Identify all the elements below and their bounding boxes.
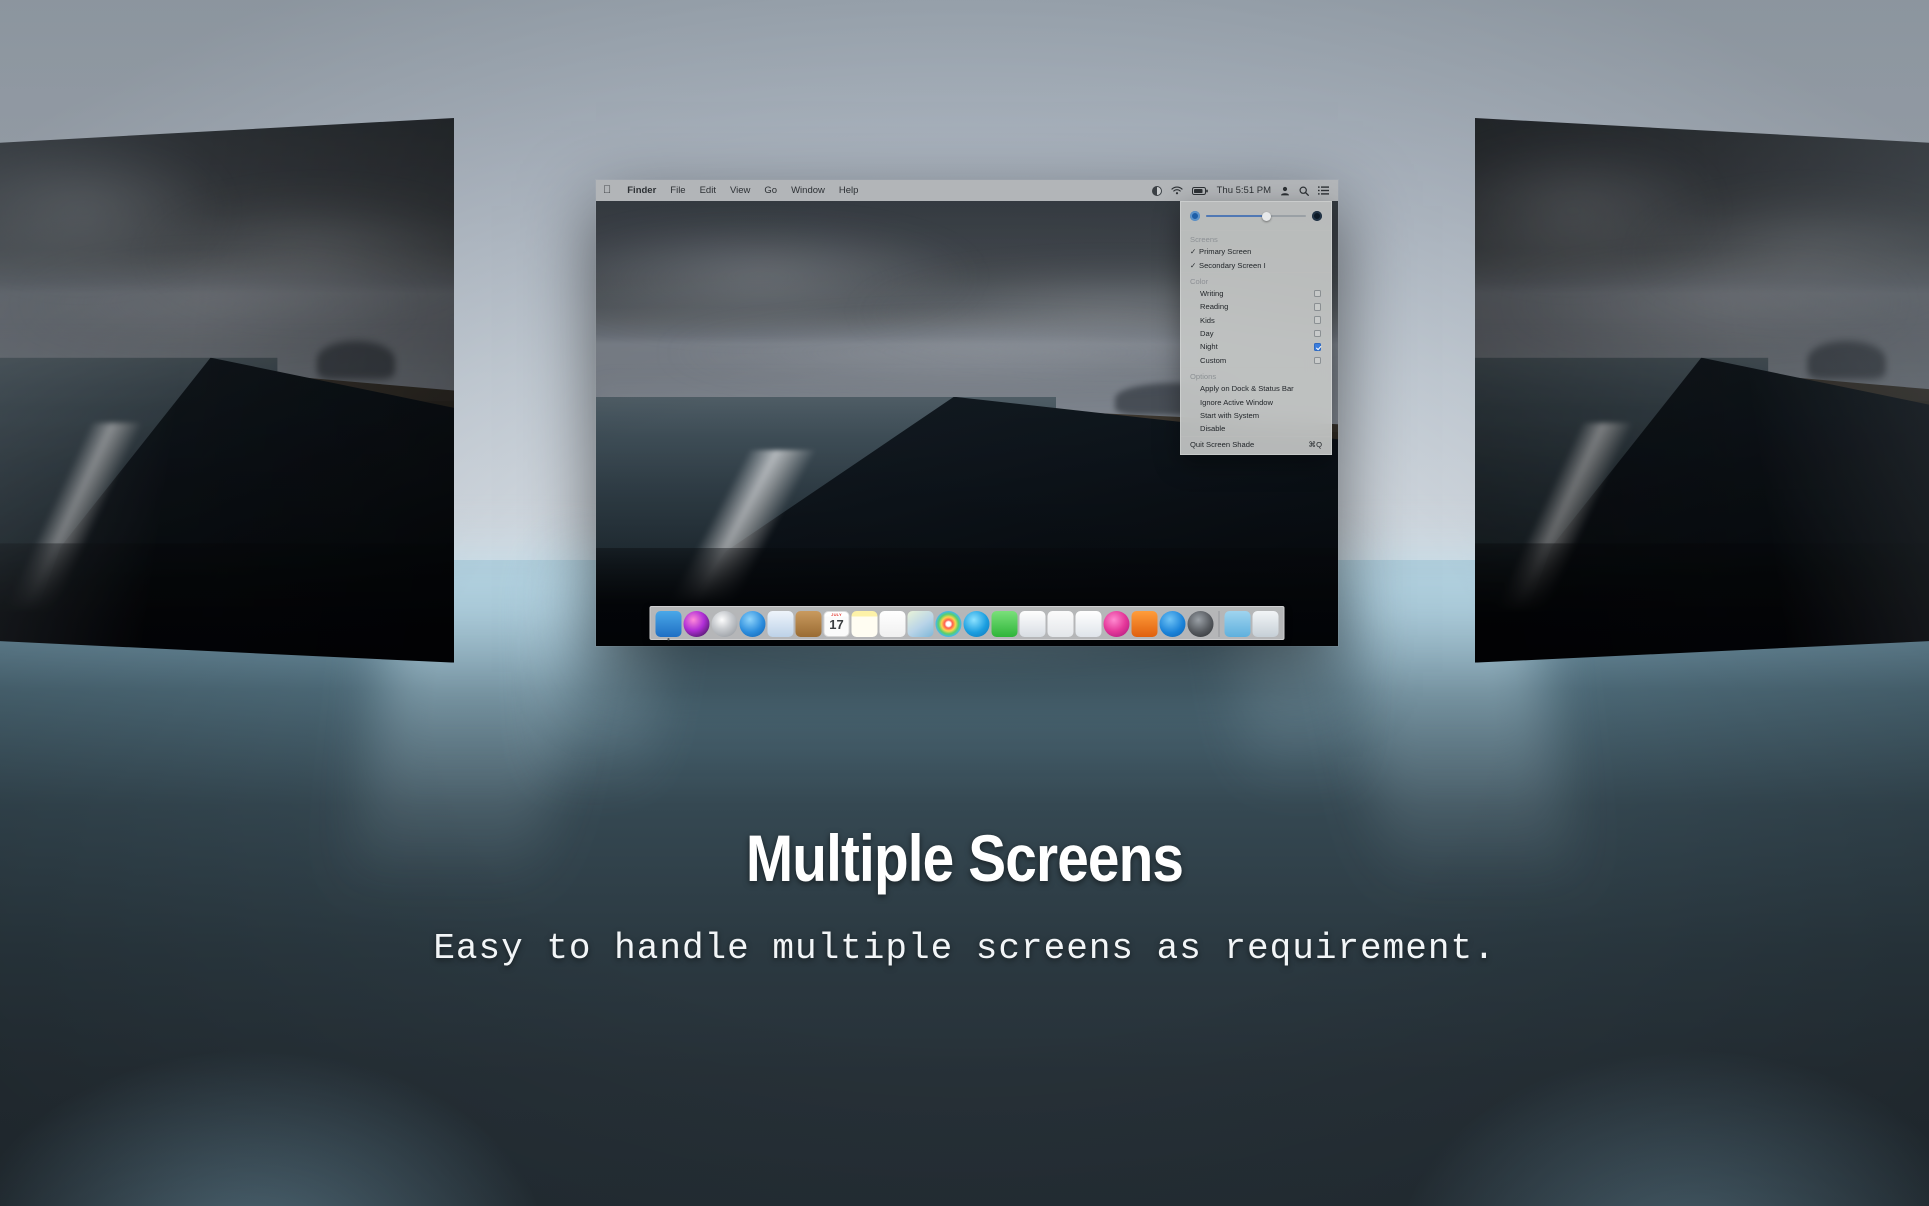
dock-item-photos[interactable] [935,611,962,637]
secondary-screen-left[interactable] [0,118,454,663]
dock-item-messages[interactable] [963,611,990,637]
dock-separator [1218,611,1220,637]
menu-item-night[interactable]: Night [1181,340,1331,353]
menu-item-reading[interactable]: Reading [1181,300,1331,313]
wallpaper-shade-overlay [1475,118,1929,663]
dock-item-app-store[interactable] [1159,611,1186,637]
menu-item-file[interactable]: File [663,185,692,196]
checkbox-custom[interactable] [1313,356,1321,365]
dock-item-facetime[interactable] [991,611,1018,637]
search-icon[interactable] [1299,185,1309,196]
color-group-label: Color [1190,276,1209,286]
menu-item-label: Secondary Screen I [1199,260,1266,270]
screens-group-label: Screens [1190,235,1218,244]
screen-shade-icon[interactable] [1151,185,1162,196]
calendar-day-label: 17 [829,617,844,632]
check-mark-icon: ✓ [1190,247,1197,257]
slider-fill [1206,215,1266,217]
menu-item-label: Custom [1200,355,1227,365]
menu-item-secondary-screen-i[interactable]: ✓ Secondary Screen I [1181,258,1331,271]
menu-item-label: Reading [1200,302,1229,312]
dock-item-siri[interactable] [683,611,710,637]
dock-item-safari[interactable] [739,611,766,637]
dock-item-launchpad[interactable] [711,611,738,637]
menu-item-label: Kids [1200,315,1215,325]
wallpaper-right [1475,118,1929,663]
dock-item-downloads-folder[interactable] [1224,611,1251,637]
check-mark-icon: ✓ [1190,260,1197,270]
dock-item-itunes[interactable] [1103,611,1130,637]
menu-item-disable[interactable]: Disable [1181,422,1331,435]
brightness-slider-row[interactable] [1181,202,1331,230]
status-bar-items: Thu 5:51 PM [1151,185,1331,196]
dock-item-numbers[interactable] [1047,611,1074,637]
menu-bar:  Finder File Edit View Go Window Help [596,180,1338,201]
screen-shade-popup[interactable]: Screens ✓ Primary Screen ✓ Secondary Scr… [1180,201,1332,455]
menu-item-help[interactable]: Help [832,185,866,196]
dock-item-contacts[interactable] [795,611,822,637]
menu-item-apply-on-dock-and-status-bar[interactable]: Apply on Dock & Status Bar [1181,382,1331,395]
menu-bar-clock[interactable]: Thu 5:51 PM [1217,185,1271,196]
wifi-icon[interactable] [1171,186,1183,195]
checkbox-writing[interactable] [1313,289,1321,298]
menu-item-view[interactable]: View [723,185,757,196]
apple-menu-icon[interactable]:  [603,185,611,196]
list-icon[interactable] [1318,186,1329,195]
checkbox-night[interactable] [1313,343,1321,351]
menu-item-label: Quit Screen Shade [1190,440,1255,449]
menu-item-primary-screen[interactable]: ✓ Primary Screen [1181,245,1331,258]
primary-screen-center[interactable]:  Finder File Edit View Go Window Help [596,180,1338,646]
menu-item-label: Day [1200,329,1214,339]
dock-item-ibooks[interactable] [1131,611,1158,637]
checkbox-kids[interactable] [1313,316,1321,324]
showcase-scene:  Finder File Edit View Go Window Help [0,0,1929,1206]
menu-item-start-with-system[interactable]: Start with System [1181,409,1331,422]
checkbox-day[interactable] [1313,329,1321,338]
dock-item-reminders[interactable] [879,611,906,637]
dock-item-trash[interactable] [1252,611,1279,637]
menu-item-quit-screen-shade[interactable]: Quit Screen Shade ⌘Q [1181,437,1331,455]
menu-item-label: Apply on Dock & Status Bar [1200,384,1294,394]
options-group-label: Options [1190,372,1217,381]
menu-item-label: Ignore Active Window [1200,397,1274,407]
dock-item-maps[interactable] [907,611,934,637]
page-subtitle: Easy to handle multiple screens as requi… [433,928,1496,969]
user-icon[interactable] [1280,186,1290,196]
menu-item-label: Start with System [1200,410,1260,420]
menu-item-day[interactable]: Day [1181,327,1331,340]
dock-item-keynote[interactable] [1075,611,1102,637]
battery-icon[interactable] [1191,186,1208,195]
dock-item-mail[interactable] [767,611,794,637]
menu-item-edit[interactable]: Edit [693,185,723,196]
menu-item-window[interactable]: Window [784,185,832,196]
brightness-low-icon[interactable] [1190,211,1200,221]
menu-item-ignore-active-window[interactable]: Ignore Active Window [1181,395,1331,408]
dock-item-finder[interactable] [655,611,682,641]
menu-item-label: Disable [1200,424,1226,434]
brightness-dark-icon[interactable] [1312,211,1322,221]
brightness-slider[interactable] [1206,211,1306,221]
secondary-screen-right[interactable] [1475,118,1929,663]
menu-item-custom[interactable]: Custom [1181,354,1331,367]
dock-item-system-preferences[interactable] [1187,611,1214,637]
menu-item-label: Writing [1200,288,1224,298]
checkbox-reading[interactable] [1313,303,1321,311]
dock-item-calendar[interactable]: JULY 17 [823,611,850,637]
keyboard-shortcut: ⌘Q [1308,440,1322,449]
dock-item-notes[interactable] [851,611,878,637]
menu-item-kids[interactable]: Kids [1181,314,1331,327]
caption-block: Multiple Screens Easy to handle multiple… [0,820,1929,969]
menu-item-label: Night [1200,342,1218,352]
slider-handle[interactable] [1261,211,1271,221]
dock[interactable]: JULY 17 [649,606,1285,641]
menu-item-go[interactable]: Go [757,185,784,196]
menu-item-label: Primary Screen [1199,247,1252,257]
dock-item-pages[interactable] [1019,611,1046,637]
wallpaper-left [0,118,454,663]
wallpaper-shade-overlay [0,118,454,663]
menu-item-writing[interactable]: Writing [1181,287,1331,300]
page-title: Multiple Screens [745,821,1184,895]
menu-item-finder[interactable]: Finder [620,185,663,196]
